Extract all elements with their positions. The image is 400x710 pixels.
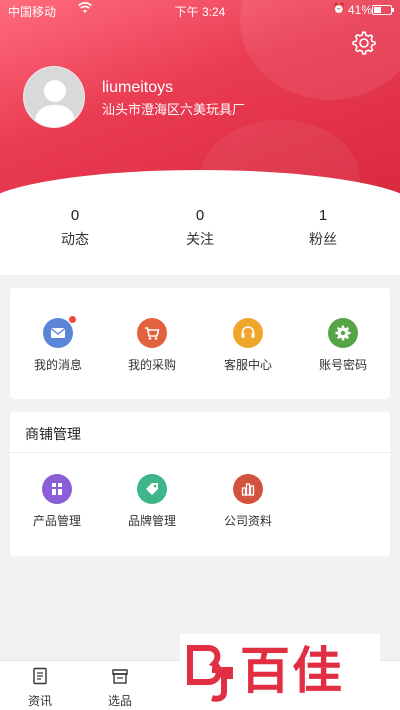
stat-followers[interactable]: 1 粉丝 xyxy=(273,207,373,249)
unread-dot xyxy=(69,316,76,323)
tab-label: 选品 xyxy=(107,694,132,708)
battery-percent: 41% xyxy=(348,3,373,17)
news-icon xyxy=(33,667,47,685)
watermark-text: 百佳 xyxy=(240,642,344,700)
stat-following[interactable]: 0 关注 xyxy=(150,207,250,249)
stats-bar: 0 动态 0 关注 1 粉丝 xyxy=(0,195,400,275)
shop-management-card: 商铺管理 产品管理 品牌管理 公司资料 xyxy=(10,412,390,556)
menu-my-messages[interactable]: 我的消息 xyxy=(13,316,103,373)
store-icon xyxy=(112,669,128,684)
user-silhouette-icon xyxy=(34,80,76,127)
menu-company-info[interactable]: 公司资料 xyxy=(203,474,293,529)
username: liumeitoys xyxy=(102,79,174,96)
menu-my-purchases[interactable]: 我的采购 xyxy=(107,318,197,373)
status-bar: 中国移动 下午 3:24 ⏰ 41% xyxy=(0,0,400,20)
menu-label: 公司资料 xyxy=(223,514,272,528)
headset-icon xyxy=(233,318,263,348)
battery-icon xyxy=(372,5,394,15)
menu-label: 品牌管理 xyxy=(127,514,176,528)
mail-icon xyxy=(43,316,76,348)
stat-label: 关注 xyxy=(186,231,214,247)
menu-label: 产品管理 xyxy=(32,514,81,528)
tab-news[interactable]: 资讯 xyxy=(10,666,70,709)
settings-gear-icon[interactable] xyxy=(351,30,377,56)
menu-label: 我的消息 xyxy=(33,358,82,372)
watermark-logo-icon xyxy=(187,645,233,702)
stat-posts[interactable]: 0 动态 xyxy=(25,207,125,249)
watermark: 百佳 xyxy=(180,634,380,710)
chart-icon xyxy=(233,474,263,504)
divider xyxy=(10,452,390,453)
product-icon xyxy=(42,474,72,504)
stat-label: 粉丝 xyxy=(309,231,337,247)
menu-brand-management[interactable]: 品牌管理 xyxy=(107,474,197,529)
gear-icon xyxy=(328,318,358,348)
stat-count: 0 xyxy=(195,207,205,224)
avatar[interactable] xyxy=(23,66,85,128)
menu-label: 我的采购 xyxy=(127,358,176,372)
stat-count: 1 xyxy=(318,207,328,224)
stat-count: 0 xyxy=(70,207,80,224)
section-title: 商铺管理 xyxy=(25,426,81,442)
menu-customer-service[interactable]: 客服中心 xyxy=(203,318,293,373)
menu-label: 客服中心 xyxy=(223,358,272,372)
cart-icon xyxy=(137,318,167,348)
tab-label: 资讯 xyxy=(27,694,52,708)
menu-product-management[interactable]: 产品管理 xyxy=(12,474,102,529)
tag-icon xyxy=(137,474,167,504)
user-address: 汕头市澄海区六美玩具厂 xyxy=(102,102,246,117)
quick-menu-card: 我的消息 我的采购 客服中心 账号密码 xyxy=(10,288,390,399)
tab-selection[interactable]: 选品 xyxy=(90,666,150,709)
menu-account-password[interactable]: 账号密码 xyxy=(298,318,388,373)
alarm-icon: ⏰ xyxy=(332,3,346,15)
menu-label: 账号密码 xyxy=(318,358,367,372)
stat-label: 动态 xyxy=(61,231,89,247)
